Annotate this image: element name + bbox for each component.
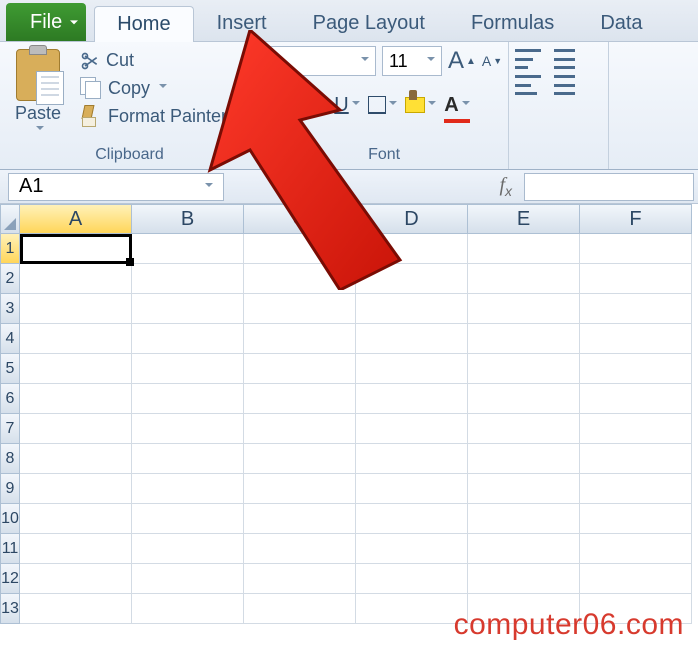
row-header[interactable]: 12 [0, 564, 20, 594]
tab-insert[interactable]: Insert [194, 5, 290, 41]
chevron-down-icon[interactable] [205, 183, 213, 191]
spreadsheet-grid: 1 2 3 4 5 6 7 8 9 10 11 12 13 A B C D E … [0, 204, 698, 624]
shrink-font-button[interactable]: A▼ [482, 53, 502, 69]
format-painter-button[interactable]: Format Painter [76, 104, 231, 128]
name-box[interactable]: A1 [8, 173, 224, 201]
cut-label: Cut [106, 50, 134, 71]
chevron-down-icon[interactable] [36, 126, 44, 134]
group-alignment [509, 42, 609, 169]
watermark: computer06.com [454, 608, 684, 642]
column-header[interactable]: A [20, 204, 132, 234]
font-name-select[interactable] [266, 46, 376, 76]
name-box-value: A1 [19, 175, 43, 198]
underline-button[interactable]: U [334, 91, 360, 119]
tab-home[interactable]: Home [94, 6, 193, 42]
column-header[interactable]: C [244, 204, 356, 234]
row-header[interactable]: 3 [0, 294, 20, 324]
chevron-down-icon[interactable] [462, 101, 470, 109]
column-header[interactable]: E [468, 204, 580, 234]
formula-bar-row: A1 fx [0, 170, 698, 204]
bold-button[interactable]: B [266, 91, 292, 119]
chevron-down-icon[interactable] [361, 57, 369, 65]
ribbon-tabs: File Home Insert Page Layout Formulas Da… [0, 0, 698, 42]
font-color-button[interactable]: A [444, 91, 470, 119]
group-clipboard: Paste Cut Copy Format Painter [0, 42, 260, 169]
column-header[interactable]: B [132, 204, 244, 234]
row-header[interactable]: 7 [0, 414, 20, 444]
select-all-corner[interactable] [0, 204, 20, 234]
cell-area[interactable] [20, 234, 698, 624]
row-header[interactable]: 6 [0, 384, 20, 414]
row-header[interactable]: 8 [0, 444, 20, 474]
chevron-down-icon[interactable] [352, 101, 360, 109]
align-middle-button[interactable] [551, 49, 577, 69]
chevron-down-icon[interactable] [428, 101, 436, 109]
font-size-select[interactable]: 11 [382, 46, 442, 76]
row-header[interactable]: 11 [0, 534, 20, 564]
row-header[interactable]: 5 [0, 354, 20, 384]
group-label-alignment [515, 95, 602, 103]
row-header[interactable]: 1 [0, 234, 20, 264]
tab-page-layout[interactable]: Page Layout [290, 5, 448, 41]
row-header[interactable]: 13 [0, 594, 20, 624]
formula-bar[interactable] [524, 173, 694, 201]
tab-data[interactable]: Data [577, 5, 665, 41]
chevron-down-icon[interactable] [389, 101, 397, 109]
format-painter-label: Format Painter [108, 106, 227, 127]
cut-button[interactable]: Cut [76, 49, 231, 72]
scissors-icon [80, 51, 100, 71]
column-header[interactable]: D [356, 204, 468, 234]
font-size-value: 11 [389, 51, 408, 72]
chevron-down-icon[interactable] [159, 84, 167, 92]
fx-icon[interactable]: fx [499, 174, 512, 199]
align-left-button[interactable] [515, 75, 541, 95]
brush-icon [80, 105, 102, 127]
ribbon: Paste Cut Copy Format Painter [0, 42, 698, 170]
paste-button[interactable]: Paste [6, 45, 70, 134]
column-header[interactable]: F [580, 204, 692, 234]
row-header[interactable]: 10 [0, 504, 20, 534]
align-center-button[interactable] [551, 75, 577, 95]
row-header[interactable]: 4 [0, 324, 20, 354]
copy-button[interactable]: Copy [76, 76, 231, 100]
paste-label: Paste [15, 103, 61, 124]
row-header[interactable]: 2 [0, 264, 20, 294]
group-label-clipboard: Clipboard [6, 143, 253, 169]
grow-font-button[interactable]: A▲ [448, 47, 476, 75]
border-button[interactable] [368, 91, 397, 119]
paste-icon [16, 49, 60, 101]
copy-icon [80, 77, 102, 99]
chevron-down-icon[interactable] [427, 57, 435, 65]
border-icon [368, 96, 386, 114]
file-tab[interactable]: File [6, 3, 86, 41]
bucket-icon [405, 97, 425, 113]
tab-formulas[interactable]: Formulas [448, 5, 577, 41]
group-font: 11 A▲ A▼ B I U A Font [260, 42, 509, 169]
group-label-font: Font [266, 143, 502, 169]
copy-label: Copy [108, 78, 150, 99]
align-top-button[interactable] [515, 49, 541, 69]
italic-button[interactable]: I [300, 91, 326, 119]
active-cell[interactable] [20, 234, 132, 264]
fill-color-button[interactable] [405, 91, 436, 119]
row-header[interactable]: 9 [0, 474, 20, 504]
